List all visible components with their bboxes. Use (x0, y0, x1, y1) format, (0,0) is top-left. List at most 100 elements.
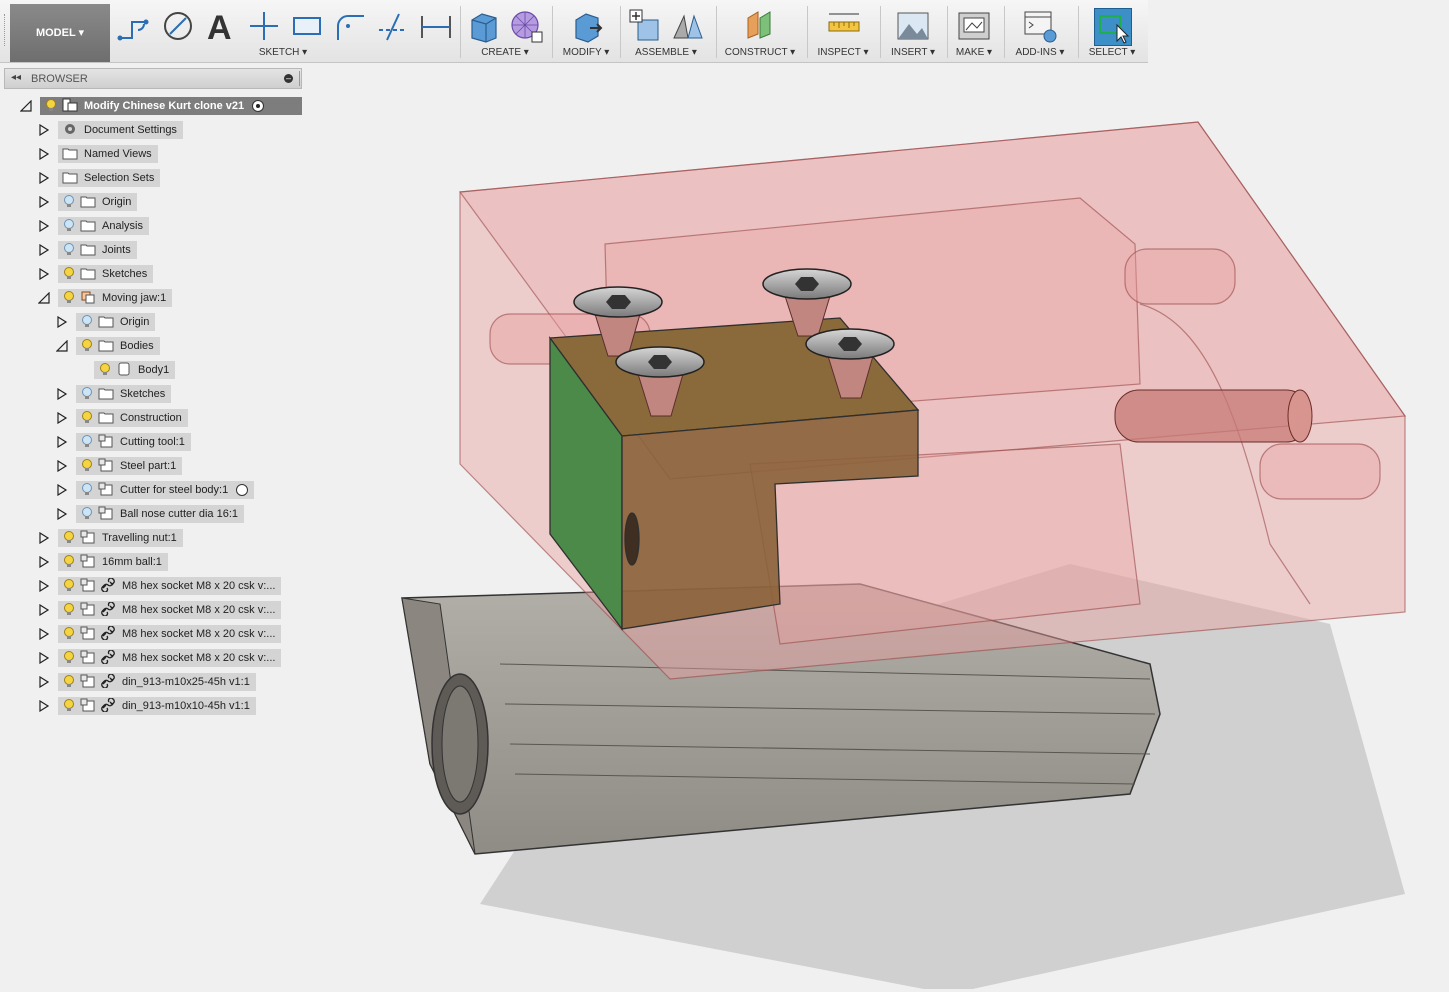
lightbulb-icon[interactable] (58, 530, 76, 547)
expand-toggle-icon[interactable] (56, 435, 68, 449)
activate-radio[interactable] (252, 100, 265, 112)
expand-toggle-icon[interactable] (19, 99, 32, 112)
minimize-icon[interactable]: – (284, 74, 293, 83)
joint-icon[interactable] (670, 8, 706, 44)
tree-item[interactable]: M8 hex socket M8 x 20 csk v:... (58, 648, 282, 667)
tree-row[interactable]: Analysis (0, 216, 310, 236)
expand-toggle-icon[interactable] (38, 579, 50, 593)
expand-toggle-icon[interactable] (38, 267, 50, 281)
press-pull-icon[interactable] (568, 8, 604, 44)
lightbulb-icon[interactable] (58, 242, 76, 259)
model-canvas[interactable] (310, 64, 1449, 992)
line-tool-icon[interactable] (116, 8, 152, 44)
tree-row[interactable]: Bodies (0, 336, 310, 356)
lightbulb-icon[interactable] (58, 290, 76, 307)
sketch-menu[interactable]: SKETCH ▾ (259, 47, 307, 58)
tree-row[interactable]: Body1 (0, 360, 310, 380)
tree-row[interactable]: din_913-m10x10-45h v1:1 (0, 696, 310, 716)
tree-item[interactable]: Cutter for steel body:1 (76, 481, 255, 499)
3d-viewport[interactable] (310, 64, 1449, 992)
tree-item[interactable]: M8 hex socket M8 x 20 csk v:... (58, 600, 282, 619)
tree-item[interactable]: Moving jaw:1 (58, 289, 173, 307)
tree-row[interactable]: Document Settings (0, 120, 310, 140)
tree-item[interactable]: Document Settings (58, 121, 183, 139)
tree-row[interactable]: 16mm ball:1 (0, 552, 310, 572)
expand-toggle-icon[interactable] (38, 651, 50, 665)
form-icon[interactable] (508, 8, 544, 44)
tree-row[interactable]: M8 hex socket M8 x 20 csk v:... (0, 576, 310, 596)
tree-item[interactable]: Sketches (58, 265, 154, 283)
lightbulb-icon[interactable] (58, 602, 76, 619)
expand-toggle-icon[interactable] (38, 243, 50, 257)
tree-item[interactable]: din_913-m10x10-45h v1:1 (58, 696, 256, 715)
tree-item[interactable]: Ball nose cutter dia 16:1 (76, 505, 245, 523)
expand-toggle-icon[interactable] (38, 699, 50, 713)
lightbulb-icon[interactable] (58, 554, 76, 571)
insert-menu[interactable]: INSERT ▾ (891, 47, 935, 58)
expand-toggle-icon[interactable] (56, 507, 68, 521)
modify-menu[interactable]: MODIFY ▾ (563, 47, 610, 58)
tree-item[interactable]: Bodies (76, 337, 160, 355)
lightbulb-icon[interactable] (76, 338, 94, 355)
tree-row[interactable]: Selection Sets (0, 168, 310, 188)
dimension-tool-icon[interactable] (418, 8, 454, 44)
assemble-menu[interactable]: ASSEMBLE ▾ (635, 47, 697, 58)
workspace-switcher-button[interactable]: MODEL ▾ (10, 4, 110, 62)
add-ins-menu[interactable]: ADD-INS ▾ (1016, 47, 1065, 58)
lightbulb-icon[interactable] (58, 626, 76, 643)
tree-item[interactable]: Cutting tool:1 (76, 433, 191, 451)
scripts-addins-icon[interactable] (1022, 8, 1058, 44)
create-menu[interactable]: CREATE ▾ (481, 47, 529, 58)
tree-row[interactable]: Joints (0, 240, 310, 260)
tree-row[interactable]: Origin (0, 312, 310, 332)
tree-row[interactable]: Cutter for steel body:1 (0, 480, 310, 500)
tree-item[interactable]: Travelling nut:1 (58, 529, 183, 547)
expand-toggle-icon[interactable] (38, 147, 50, 161)
lightbulb-icon[interactable] (58, 266, 76, 283)
expand-toggle-icon[interactable] (38, 123, 50, 137)
expand-toggle-icon[interactable] (38, 555, 50, 569)
lightbulb-icon[interactable] (58, 650, 76, 667)
expand-toggle-icon[interactable] (56, 459, 68, 473)
lightbulb-icon[interactable] (94, 362, 112, 379)
expand-toggle-icon[interactable] (38, 531, 50, 545)
panel-resize-handle[interactable] (299, 71, 300, 86)
tree-item[interactable]: Origin (58, 193, 138, 211)
tree-root-item[interactable]: Modify Chinese Kurt clone v21 (40, 97, 302, 115)
toolbar-grip[interactable] (4, 14, 8, 46)
expand-toggle-icon[interactable] (38, 171, 50, 185)
tree-item[interactable]: Body1 (94, 361, 176, 379)
lightbulb-icon[interactable] (76, 386, 94, 403)
lightbulb-icon[interactable] (58, 194, 76, 211)
select-menu[interactable]: SELECT ▾ (1089, 47, 1136, 58)
offset-plane-icon[interactable] (742, 8, 778, 44)
tree-row[interactable]: din_913-m10x25-45h v1:1 (0, 672, 310, 692)
lightbulb-icon[interactable] (76, 410, 94, 427)
tree-row[interactable]: Origin (0, 192, 310, 212)
tree-row[interactable]: Sketches (0, 384, 310, 404)
lightbulb-icon[interactable] (58, 218, 76, 235)
expand-toggle-icon[interactable] (38, 195, 50, 209)
tree-item[interactable]: Selection Sets (58, 169, 161, 187)
tree-item[interactable]: Steel part:1 (76, 457, 183, 475)
circle-tool-icon[interactable] (160, 8, 196, 44)
expand-toggle-icon[interactable] (38, 627, 50, 641)
tree-item[interactable]: Joints (58, 241, 137, 259)
lightbulb-icon[interactable] (58, 698, 76, 715)
lightbulb-icon[interactable] (58, 578, 76, 595)
collapse-toggle-icon[interactable] (55, 339, 68, 352)
activate-radio[interactable] (236, 484, 249, 496)
rectangle-tool-icon[interactable] (289, 8, 325, 44)
3d-print-icon[interactable] (956, 8, 992, 44)
tree-row[interactable]: Moving jaw:1 (0, 288, 310, 308)
expand-toggle-icon[interactable] (38, 219, 50, 233)
tree-item[interactable]: Sketches (76, 385, 172, 403)
tree-item[interactable]: M8 hex socket M8 x 20 csk v:... (58, 624, 282, 643)
construct-menu[interactable]: CONSTRUCT ▾ (725, 47, 795, 58)
insert-image-icon[interactable] (895, 8, 931, 44)
lightbulb-icon[interactable] (58, 674, 76, 691)
travelling-nut[interactable] (1114, 389, 1313, 443)
lightbulb-icon[interactable] (40, 98, 58, 115)
lightbulb-icon[interactable] (76, 434, 94, 451)
expand-toggle-icon[interactable] (56, 411, 68, 425)
